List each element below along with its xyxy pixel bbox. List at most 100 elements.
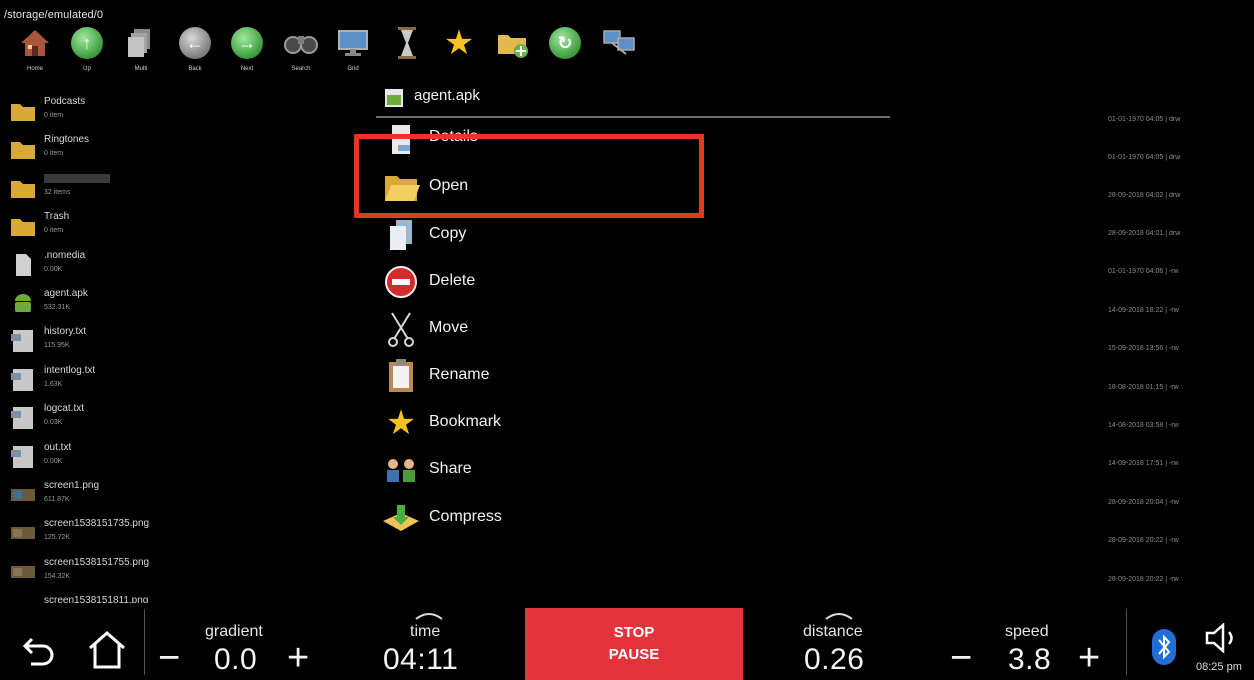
home-nav-button[interactable] [86,629,128,676]
image-file-icon [11,565,35,578]
list-item[interactable]: screen1538151735.png 125.72K [0,514,360,552]
speed-minus-button[interactable]: − [950,639,972,677]
text-file-icon [11,407,33,430]
bottom-bar: gradient − 0.0 + time 04:11 STOP PAUSE d… [0,605,1254,680]
file-name: .nomedia [44,249,86,261]
clipboard-icon [380,357,422,395]
android-icon [15,293,31,312]
file-name: screen1538151811.png [44,595,149,604]
back-nav-button[interactable] [22,633,58,674]
list-item[interactable]: 32 items [0,169,360,207]
gradient-label: gradient [205,623,263,640]
toolbar-next-button[interactable]: → Next [226,22,268,80]
clock: 08:25 pm [1196,661,1242,673]
text-file-icon [11,368,33,391]
toolbar-up-button[interactable]: ↑ Up [66,22,108,80]
list-item[interactable]: out.txt 0.00K [0,438,360,476]
menu-item-label: Copy [429,225,467,242]
list-item[interactable]: screen1538151755.png 154.32K [0,553,360,591]
star-icon: ★ [385,404,417,442]
toolbar-network-button[interactable] [598,22,640,80]
file-name: intentlog.txt [44,364,96,376]
apk-file-icon [385,89,403,107]
refresh-icon: ↻ [549,27,581,59]
stop-label: STOP [613,624,655,641]
arrow-left-icon: ← [179,27,211,59]
file-size: 0.00K [44,457,63,465]
image-file-icon [10,598,36,603]
file-date: 14-08-2018 03:58 | -rw [1108,422,1179,429]
menu-item-delete[interactable]: Delete [376,259,892,305]
speed-label: speed [1005,623,1049,640]
file-name: agent.apk [44,287,88,299]
toolbar-label: Up [83,66,91,72]
file-date: 18-08-2018 01:15 | -rw [1108,384,1179,391]
file-name: logcat.txt [44,403,85,415]
context-menu-title: agent.apk [414,87,480,104]
file-size: 0 item [44,150,64,158]
toolbar-refresh-button[interactable]: ↻ [544,22,586,80]
toolbar-back-button[interactable]: ← Back [174,22,216,80]
list-item[interactable]: screen1538151811.png [0,591,360,603]
list-item[interactable]: logcat.txt 0.03K [0,399,360,437]
file-size: 115.95K [44,342,70,350]
toolbar-bookmark-button[interactable]: ★ [438,22,480,80]
toolbar-label: Grid [347,66,359,72]
toolbar-search-button[interactable]: Search [280,22,322,80]
bluetooth-button[interactable] [1152,629,1176,670]
list-item[interactable]: .nomedia 0.00K [0,246,360,284]
list-item[interactable]: history.txt 115.95K [0,322,360,360]
toolbar-multi-button[interactable]: Multi [120,22,162,80]
distance-label: distance [803,623,863,640]
menu-item-bookmark[interactable]: ★ Bookmark [376,400,892,446]
file-size: 532.31K [44,303,71,311]
divider [144,609,145,675]
list-item[interactable]: Trash 0 item [0,207,360,245]
gradient-minus-button[interactable]: − [158,639,180,677]
gradient-plus-button[interactable]: + [287,639,309,677]
binoculars-icon [284,26,318,60]
path-bar: /storage/emulated/0 [4,9,104,21]
stack-icon [124,26,158,60]
menu-item-rename[interactable]: Rename [376,353,892,399]
file-list: Podcasts 0 item Ringtones 0 item 32 item… [0,92,360,603]
file-size: 125.72K [44,534,71,542]
menu-item-label: Move [429,319,469,336]
file-size: 0.03K [44,419,63,427]
hourglass-icon [390,26,424,60]
toolbar-new-folder-button[interactable] [492,22,534,80]
arrow-up-icon: ↑ [71,27,103,59]
file-name: Trash [44,211,70,223]
volume-button[interactable] [1204,622,1244,658]
share-icon [380,451,422,489]
toolbar-grid-button[interactable]: Grid [332,22,374,80]
list-item[interactable]: Podcasts 0 item [0,92,360,130]
arrow-right-icon: → [231,27,263,59]
menu-item-move[interactable]: Move [376,306,892,352]
speed-plus-button[interactable]: + [1078,639,1100,677]
list-item[interactable]: Ringtones 0 item [0,130,360,168]
menu-item-compress[interactable]: Compress [376,495,892,541]
divider [1126,609,1127,675]
stop-pause-button[interactable]: STOP PAUSE [525,608,743,680]
toolbar-hourglass-button[interactable] [386,22,428,80]
menu-item-label: Rename [429,366,490,383]
toolbar-label: Next [240,66,254,72]
menu-item-copy[interactable]: Copy [376,212,892,258]
text-file-icon [11,330,33,353]
toolbar-home-button[interactable]: Home [14,22,56,80]
list-item[interactable]: agent.apk 532.31K [0,284,360,322]
file-size: 154.32K [44,572,71,580]
distance-value: 0.26 [804,643,865,676]
highlight-box [354,134,704,218]
file-date: 01-01-1970 04:05 | drw [1108,116,1181,123]
list-item[interactable]: intentlog.txt 1.63K [0,361,360,399]
menu-item-label: Compress [429,508,502,525]
image-file-icon [11,488,35,501]
file-name: screen1538151735.png [44,518,150,530]
star-icon: ★ [443,24,475,62]
list-item[interactable]: screen1.png 611.87K [0,476,360,514]
menu-item-share[interactable]: Share [376,447,892,493]
file-name: history.txt [44,326,87,338]
copy-icon [380,216,422,254]
